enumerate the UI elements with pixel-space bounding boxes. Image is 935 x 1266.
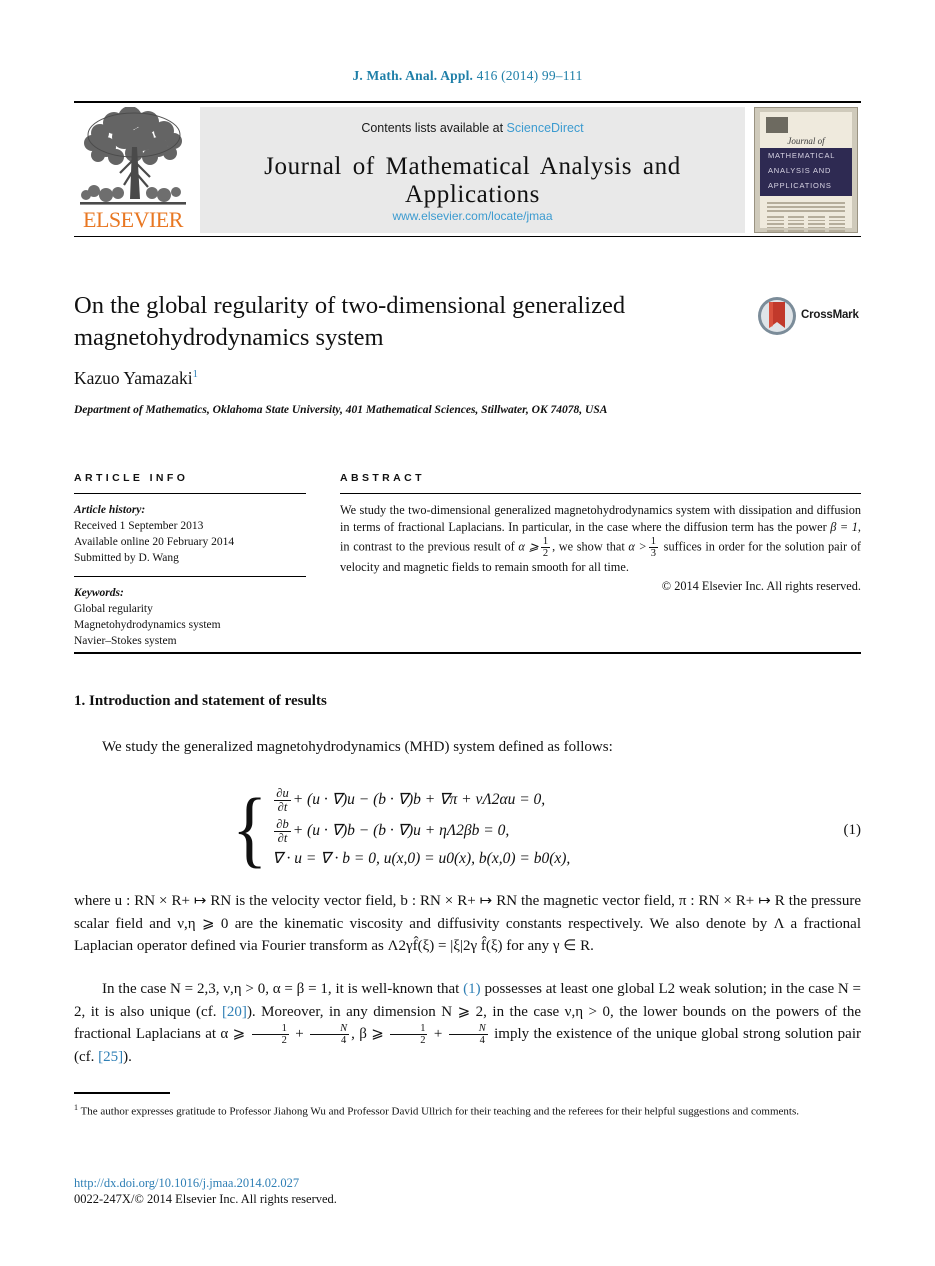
citation-link-20[interactable]: [20] [222, 1004, 247, 1020]
keyword-item: Navier–Stokes system [74, 635, 177, 647]
doi-link[interactable]: http://dx.doi.org/10.1016/j.jmaa.2014.02… [74, 1176, 299, 1191]
cover-journal-of: Journal of [787, 136, 825, 146]
masthead: ELSEVIER Contents lists available at Sci… [74, 103, 861, 233]
equation-line-2: ∂b ∂t + (u · ∇)b − (b · ∇)u + ηΛ2βb = 0, [272, 815, 570, 846]
journal-title: Journal of Mathematical Analysis and App… [264, 153, 681, 208]
abstract-part-1: We study the two-dimensional generalized… [340, 503, 861, 534]
sciencedirect-link[interactable]: ScienceDirect [507, 121, 584, 135]
article-history-label: Article history: [74, 504, 146, 516]
cover-columns [767, 216, 845, 232]
p3-seg-1: In the case N = 2,3, ν,η > 0, α = β = 1,… [102, 981, 464, 997]
equation-1-fraction: ∂u ∂t [274, 785, 291, 814]
crossmark-badge[interactable]: CrossMark [757, 296, 861, 338]
equation-line-3: ∇ · u = ∇ · b = 0, u(x,0) = u0(x), b(x,0… [272, 850, 571, 867]
cover-band-line-3: APPLICATIONS [768, 181, 832, 190]
equation-system: { ∂u ∂t + (u · ∇)u − (b · ∇)b + ∇π + νΛ2αu… [229, 782, 570, 874]
running-head-journal: J. Math. Anal. Appl. [352, 68, 474, 83]
footnote-marker: 1 [74, 1103, 78, 1112]
equation-block: { ∂u ∂t + (u · ∇)u − (b · ∇)b + ∇π + νΛ2αu… [74, 782, 861, 878]
keyword-item: Magnetohydrodynamics system [74, 619, 221, 631]
section-divider-rule [74, 652, 861, 654]
keyword-item: Global regularity [74, 603, 153, 615]
definitions-paragraph: where u : RN × R+ ↦ RN is the velocity v… [74, 893, 861, 954]
fraction-half-a: 12 [251, 1023, 289, 1046]
cover-elsevier-mark [766, 117, 788, 133]
abstract-alpha-gt: α > [628, 539, 647, 554]
equation-1-rest: + (u · ∇)u − (b · ∇)b + ∇π + νΛ2αu = 0, [292, 791, 546, 808]
p3-seg-4b: + [429, 1026, 447, 1042]
equation-2-fraction: ∂b ∂t [274, 816, 291, 845]
fraction-half-b: 12 [390, 1023, 428, 1046]
cover-title-band: MATHEMATICAL ANALYSIS AND APPLICATIONS [760, 148, 852, 196]
footnote-rule [74, 1092, 170, 1094]
abstract-column: ABSTRACT We study the two-dimensional ge… [340, 472, 861, 595]
author-footnote-marker[interactable]: 1 [193, 369, 198, 380]
contents-box: Contents lists available at ScienceDirec… [200, 107, 745, 233]
fraction-n-over-4-a: N4 [310, 1023, 350, 1046]
issn-copyright-line: 0022-247X/© 2014 Elsevier Inc. All right… [74, 1192, 337, 1206]
crossmark-icon [758, 297, 796, 335]
running-head-volume: 416 (2014) 99–111 [476, 68, 583, 83]
abstract-fraction-third: 13 [648, 536, 659, 559]
elsevier-wordmark: ELSEVIER [83, 207, 183, 232]
running-head: J. Math. Anal. Appl. 416 (2014) 99–111 [0, 68, 935, 84]
equation-number: (1) [843, 822, 862, 838]
elsevier-logo: ELSEVIER [74, 107, 192, 233]
contents-available-line: Contents lists available at ScienceDirec… [200, 121, 745, 135]
keywords-label: Keywords: [74, 587, 124, 599]
abstract-part-3: , we show that [552, 539, 629, 554]
article-info-heading: ARTICLE INFO [74, 472, 189, 484]
cover-text-lines [767, 202, 845, 214]
abstract-fraction-half: 12 [540, 536, 551, 559]
journal-cover-thumbnail: Journal of MATHEMATICAL ANALYSIS AND APP… [754, 107, 858, 233]
p3-seg-5: , β ⩾ [351, 1026, 389, 1042]
fraction-n-over-4-b: N4 [448, 1023, 488, 1046]
info-rule-1 [74, 493, 306, 494]
abstract-heading: ABSTRACT [340, 472, 425, 484]
cover-band-line-1: MATHEMATICAL [768, 151, 836, 160]
footnote-text: 1 The author expresses gratitude to Prof… [74, 1100, 861, 1120]
equation-reference-link[interactable]: (1) [463, 981, 481, 997]
intro-paragraph: We study the generalized magnetohydrodyn… [102, 739, 613, 755]
citation-link-25[interactable]: [25] [98, 1049, 123, 1065]
masthead-rule-bottom [74, 236, 861, 237]
known-results-paragraph: In the case N = 2,3, ν,η > 0, α = β = 1,… [74, 978, 861, 1069]
author-name: Kazuo Yamazaki1 [74, 368, 198, 389]
section-number: 1. [74, 693, 86, 709]
author-label: Kazuo Yamazaki [74, 368, 193, 388]
history-item: Received 1 September 2013 [74, 520, 204, 532]
section-heading: 1. Introduction and statement of results [74, 693, 327, 710]
contents-prefix: Contents lists available at [361, 121, 504, 135]
footnote-body: The author expresses gratitude to Profes… [80, 1105, 799, 1118]
abstract-text: We study the two-dimensional generalized… [340, 502, 861, 576]
equation-line-1: ∂u ∂t + (u · ∇)u − (b · ∇)b + ∇π + νΛ2αu =… [272, 784, 570, 815]
abstract-alpha-ge: α ⩾ [518, 539, 539, 554]
affiliation: Department of Mathematics, Oklahoma Stat… [74, 404, 608, 416]
article-page: J. Math. Anal. Appl. 416 (2014) 99–111 E… [0, 0, 935, 1266]
article-info-column: ARTICLE INFO Article history: Received 1… [74, 472, 306, 649]
equation-brace: { [232, 780, 268, 876]
equation-lines: ∂u ∂t + (u · ∇)u − (b · ∇)b + ∇π + νΛ2αu =… [272, 782, 570, 874]
abstract-copyright: © 2014 Elsevier Inc. All rights reserved… [661, 579, 861, 593]
section-title-text: Introduction and statement of results [89, 693, 327, 709]
equation-2-rest: + (u · ∇)b − (b · ∇)u + ηΛ2βb = 0, [292, 822, 510, 839]
history-item: Submitted by D. Wang [74, 552, 179, 564]
info-rule-2 [74, 576, 306, 577]
crossmark-label: CrossMark [801, 309, 859, 321]
page-title: On the global regularity of two-dimensio… [74, 292, 626, 351]
cover-inner: Journal of MATHEMATICAL ANALYSIS AND APP… [760, 112, 852, 232]
elsevier-tree-icon [80, 107, 186, 205]
p3-seg-7: ). [123, 1049, 132, 1066]
abstract-beta-eq: β = 1 [830, 520, 858, 534]
cover-band-line-2: ANALYSIS AND [768, 166, 832, 175]
history-item: Available online 20 February 2014 [74, 536, 235, 548]
p3-seg-4: + [290, 1026, 309, 1042]
journal-homepage-link[interactable]: www.elsevier.com/locate/jmaa [200, 209, 745, 223]
abstract-rule [340, 493, 861, 494]
